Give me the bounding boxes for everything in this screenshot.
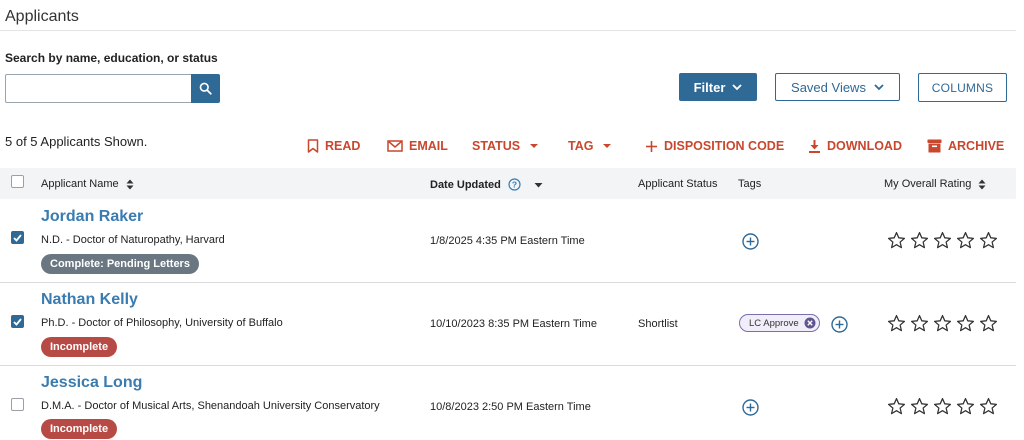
sort-desc-icon	[534, 182, 543, 187]
star-outline-icon[interactable]	[910, 314, 929, 333]
column-applicant-name[interactable]: Applicant Name	[41, 178, 134, 190]
remove-tag-icon[interactable]	[804, 317, 816, 329]
star-outline-icon[interactable]	[956, 314, 975, 333]
add-tag-icon[interactable]	[742, 399, 759, 416]
checkmark-icon	[13, 233, 22, 242]
star-outline-icon[interactable]	[887, 314, 906, 333]
star-outline-icon[interactable]	[887, 231, 906, 250]
star-outline-icon[interactable]	[956, 397, 975, 416]
column-applicant-status: Applicant Status	[638, 178, 718, 190]
filter-button[interactable]: Filter	[679, 73, 757, 101]
applicant-education: N.D. - Doctor of Naturopathy, Harvard	[41, 234, 225, 246]
star-outline-icon[interactable]	[887, 397, 906, 416]
star-outline-icon[interactable]	[933, 314, 952, 333]
archive-box-icon	[927, 139, 942, 153]
saved-views-button[interactable]: Saved Views	[775, 73, 900, 101]
search-label: Search by name, education, or status	[5, 51, 218, 65]
sort-icon	[126, 179, 134, 189]
column-my-overall-rating[interactable]: My Overall Rating	[884, 178, 986, 190]
date-updated-cell: 1/8/2025 4:35 PM Eastern Time	[430, 235, 585, 247]
date-updated-cell: 10/8/2023 2:50 PM Eastern Time	[430, 401, 591, 413]
download-icon	[809, 140, 820, 153]
page-title: Applicants	[5, 8, 79, 25]
rating-stars	[887, 231, 998, 250]
star-outline-icon[interactable]	[956, 231, 975, 250]
table-row: Jordan Raker N.D. - Doctor of Naturopath…	[0, 199, 1016, 282]
columns-button[interactable]: COLUMNS	[918, 73, 1007, 102]
applicant-education: Ph.D. - Doctor of Philosophy, University…	[41, 317, 283, 329]
rating-stars	[887, 314, 998, 333]
search-input[interactable]	[5, 74, 192, 103]
bookmark-icon	[307, 139, 319, 153]
help-circle-icon[interactable]: ?	[508, 178, 521, 191]
chevron-down-icon	[732, 83, 743, 90]
search-icon	[199, 82, 212, 95]
search-button[interactable]	[191, 74, 220, 103]
tag-label: LC Approve	[749, 317, 799, 329]
row-select-checkbox[interactable]	[11, 398, 24, 411]
star-outline-icon[interactable]	[933, 231, 952, 250]
column-date-updated[interactable]: Date Updated ?	[430, 178, 543, 191]
add-tag-icon[interactable]	[742, 233, 759, 250]
tag-pill: LC Approve	[739, 314, 820, 332]
star-outline-icon[interactable]	[933, 397, 952, 416]
row-select-checkbox[interactable]	[11, 315, 24, 328]
applicant-status-cell: Shortlist	[638, 318, 678, 330]
read-action[interactable]: READ	[307, 138, 360, 154]
sort-icon	[978, 179, 986, 189]
disposition-code-action[interactable]: DISPOSITION CODE	[645, 138, 784, 154]
date-updated-cell: 10/10/2023 8:35 PM Eastern Time	[430, 318, 597, 330]
tag-action[interactable]: TAG	[568, 138, 612, 154]
column-tags: Tags	[738, 178, 762, 190]
plus-icon	[646, 140, 657, 152]
envelope-icon	[387, 140, 403, 152]
applicant-name-link[interactable]: Jordan Raker	[41, 208, 143, 226]
archive-action[interactable]: ARCHIVE	[927, 138, 1004, 154]
applicant-name-link[interactable]: Nathan Kelly	[41, 291, 138, 309]
email-action[interactable]: EMAIL	[387, 138, 448, 154]
rating-stars	[887, 397, 998, 416]
caret-down-icon	[530, 144, 539, 148]
title-divider	[0, 30, 1016, 31]
applicant-education: D.M.A. - Doctor of Musical Arts, Shenand…	[41, 400, 380, 412]
table-row: Nathan Kelly Ph.D. - Doctor of Philosoph…	[0, 283, 1016, 366]
filter-button-label: Filter	[693, 79, 726, 95]
add-tag-icon[interactable]	[831, 316, 848, 333]
row-select-checkbox[interactable]	[11, 231, 24, 244]
chevron-down-icon	[874, 83, 884, 90]
saved-views-label: Saved Views	[791, 79, 866, 95]
star-outline-icon[interactable]	[910, 397, 929, 416]
star-outline-icon[interactable]	[979, 314, 998, 333]
status-badge: Incomplete	[41, 419, 118, 439]
status-action[interactable]: STATUS	[472, 138, 539, 154]
star-outline-icon[interactable]	[910, 231, 929, 250]
select-all-checkbox[interactable]	[11, 175, 24, 188]
star-outline-icon[interactable]	[979, 231, 998, 250]
checkmark-icon	[13, 317, 22, 326]
table-row: Jessica Long D.M.A. - Doctor of Musical …	[0, 366, 1016, 440]
applicant-count: 5 of 5 Applicants Shown.	[5, 134, 148, 149]
svg-text:?: ?	[512, 180, 517, 190]
status-badge: Incomplete	[41, 337, 118, 357]
applicant-name-link[interactable]: Jessica Long	[41, 374, 142, 392]
caret-down-icon	[603, 144, 612, 148]
star-outline-icon[interactable]	[979, 397, 998, 416]
download-action[interactable]: DOWNLOAD	[808, 138, 902, 154]
status-badge: Complete: Pending Letters	[41, 254, 199, 274]
